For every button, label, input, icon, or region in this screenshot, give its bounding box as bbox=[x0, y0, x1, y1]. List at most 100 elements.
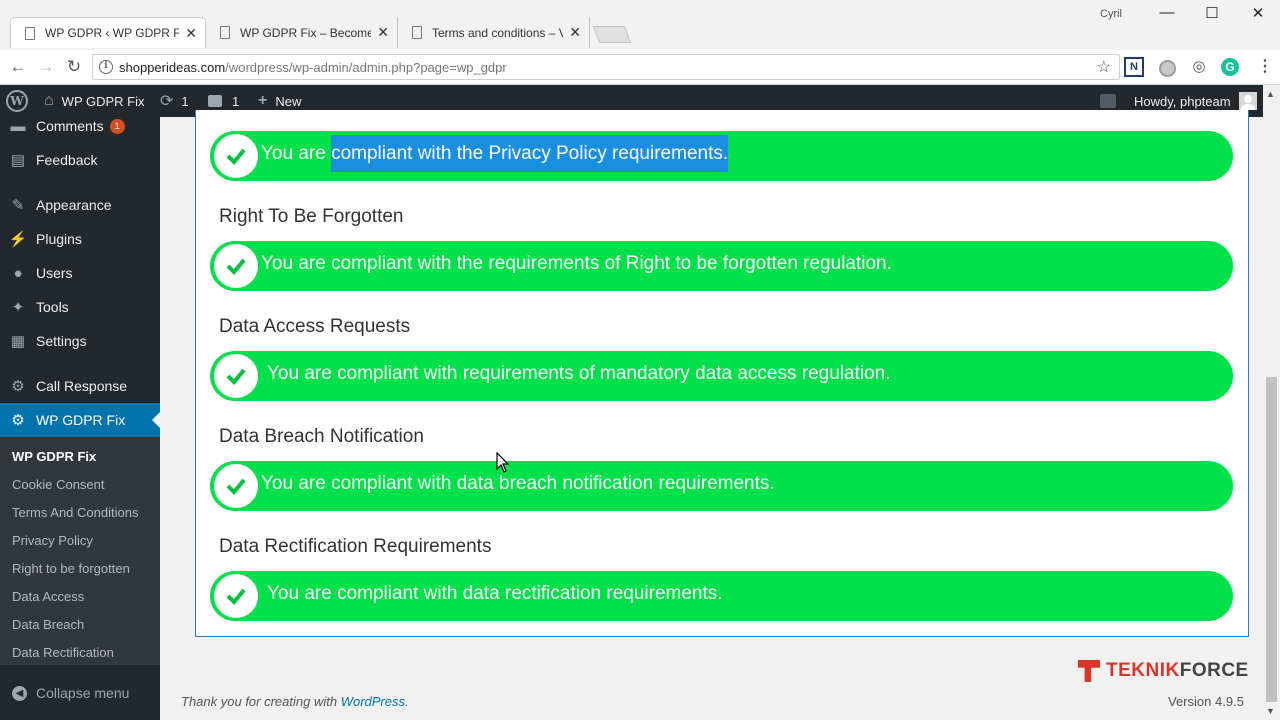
footer-thanks: Thank you for creating with WordPress. bbox=[181, 694, 409, 709]
comment-icon bbox=[208, 95, 222, 107]
gear-icon: ⚙ bbox=[11, 412, 25, 429]
submenu-right-to-be-forgotten[interactable]: Right to be forgotten bbox=[12, 561, 130, 576]
status-message: You are compliant with the Privacy Polic… bbox=[261, 135, 729, 172]
updates-count: 1 bbox=[181, 93, 189, 109]
updates-link[interactable]: ⟳ 1 bbox=[160, 85, 189, 117]
comments-icon: ▬ bbox=[10, 117, 26, 135]
tab-label: Terms and conditions – V bbox=[432, 25, 564, 40]
teknikforce-logo: TEKNIKFORCE bbox=[1078, 660, 1249, 682]
submenu-cookie-consent[interactable]: Cookie Consent bbox=[12, 477, 105, 492]
home-icon: ⌂ bbox=[44, 92, 54, 109]
tab-become-compliant[interactable]: WP GDPR Fix – Become C ✕ bbox=[206, 17, 398, 48]
sidebar-item-label: Feedback bbox=[36, 152, 98, 168]
section-title-data-access-requests: Data Access Requests bbox=[219, 316, 411, 337]
submenu-terms-and-conditions[interactable]: Terms And Conditions bbox=[12, 505, 138, 520]
sidebar-item-wp-gdpr-fix[interactable]: ⚙ WP GDPR Fix bbox=[0, 403, 160, 437]
admin-sidebar: ▬ Comments 1 ▤ Feedback ✎ Appearance ⚡ P… bbox=[0, 117, 160, 720]
privacy-policy-status: You are compliant with the Privacy Polic… bbox=[210, 131, 1233, 181]
extension-swirl-icon[interactable]: ◎ bbox=[1189, 57, 1209, 77]
tab-close-icon[interactable]: ✕ bbox=[185, 25, 197, 42]
version-label: Version 4.9.5 bbox=[1168, 694, 1244, 709]
sidebar-item-label: Comments bbox=[36, 118, 104, 134]
tab-close-icon[interactable]: ✕ bbox=[377, 24, 389, 41]
extension-n-icon[interactable]: N bbox=[1124, 57, 1144, 77]
updates-icon: ⟳ bbox=[160, 93, 174, 110]
settings-icon: ▦ bbox=[10, 333, 26, 350]
submenu-data-breach[interactable]: Data Breach bbox=[12, 617, 84, 632]
feedback-icon: ▤ bbox=[10, 152, 26, 169]
maximize-button[interactable]: ☐ bbox=[1197, 4, 1227, 24]
sidebar-item-plugins[interactable]: ⚡ Plugins bbox=[0, 222, 160, 256]
check-icon bbox=[214, 464, 258, 508]
data-rectification-status: You are compliant with data rectificatio… bbox=[210, 571, 1233, 621]
back-arrow-icon[interactable]: ← bbox=[7, 56, 29, 78]
wordpress-link[interactable]: WordPress bbox=[341, 694, 405, 709]
sidebar-item-call-response[interactable]: ⚙ Call Response bbox=[0, 369, 160, 403]
selected-text: compliant with the Privacy Policy requir… bbox=[331, 135, 729, 172]
status-message: You are compliant with data rectificatio… bbox=[267, 583, 723, 604]
comments-count: 1 bbox=[232, 93, 240, 109]
sidebar-item-comments[interactable]: ▬ Comments 1 bbox=[0, 109, 160, 143]
submenu-wp-gdpr-fix[interactable]: WP GDPR Fix bbox=[12, 449, 96, 464]
collapse-icon: ◀ bbox=[12, 685, 27, 701]
sidebar-item-appearance[interactable]: ✎ Appearance bbox=[0, 188, 160, 222]
sidebar-item-label: Plugins bbox=[36, 231, 82, 247]
status-message: You are compliant with the requirements … bbox=[261, 253, 892, 274]
gear-icon: ⚙ bbox=[11, 378, 25, 395]
plugins-icon: ⚡ bbox=[8, 231, 28, 248]
tab-close-icon[interactable]: ✕ bbox=[569, 24, 581, 41]
sidebar-item-tools[interactable]: ✦ Tools bbox=[0, 290, 160, 324]
forward-arrow-icon[interactable]: → bbox=[35, 56, 57, 78]
grammarly-icon[interactable]: G bbox=[1221, 58, 1239, 76]
submenu-data-access[interactable]: Data Access bbox=[12, 589, 84, 604]
comments-badge: 1 bbox=[109, 118, 125, 134]
url-text[interactable]: shopperideas.com/wordpress/wp-admin/admi… bbox=[119, 60, 507, 75]
current-indicator-arrow bbox=[152, 412, 160, 428]
teknikforce-logo-mark bbox=[1078, 660, 1100, 682]
tab-wp-gdpr[interactable]: WP GDPR ‹ WP GDPR Fix ✕ bbox=[10, 17, 206, 48]
submenu-data-rectification[interactable]: Data Rectification bbox=[12, 645, 114, 660]
star-icon[interactable]: ☆ bbox=[1097, 57, 1111, 77]
extension-circle-icon[interactable] bbox=[1157, 57, 1177, 77]
scroll-up-arrow-icon[interactable]: ▲ bbox=[1266, 89, 1275, 99]
check-icon bbox=[214, 354, 258, 398]
browser-menu-icon[interactable]: ⋮ bbox=[1255, 57, 1275, 77]
tab-terms-conditions[interactable]: Terms and conditions – V ✕ bbox=[398, 17, 590, 48]
sidebar-item-label: Tools bbox=[36, 299, 69, 315]
data-access-status: You are compliant with requirements of m… bbox=[210, 351, 1233, 401]
scrollbar-thumb[interactable] bbox=[1266, 377, 1277, 702]
new-label: New bbox=[275, 93, 302, 109]
gdpr-submenu: WP GDPR Fix Cookie Consent Terms And Con… bbox=[0, 437, 160, 665]
reload-icon[interactable]: ↻ bbox=[63, 56, 85, 78]
browser-tab-bar: WP GDPR ‹ WP GDPR Fix ✕ WP GDPR Fix – Be… bbox=[0, 0, 1280, 50]
address-bar[interactable]: i shopperideas.com/wordpress/wp-admin/ad… bbox=[92, 54, 1120, 80]
submenu-privacy-policy[interactable]: Privacy Policy bbox=[12, 533, 93, 548]
page-icon bbox=[220, 26, 230, 39]
sidebar-item-feedback[interactable]: ▤ Feedback bbox=[0, 143, 160, 177]
check-icon bbox=[214, 574, 258, 618]
sidebar-item-settings[interactable]: ▦ Settings bbox=[0, 324, 160, 358]
sidebar-item-label: Users bbox=[36, 265, 73, 281]
tools-icon: ✦ bbox=[11, 299, 25, 316]
collapse-menu-button[interactable]: ◀ Collapse menu bbox=[0, 681, 160, 705]
page-icon bbox=[25, 26, 35, 40]
plus-icon: + bbox=[258, 92, 268, 109]
sidebar-item-label: WP GDPR Fix bbox=[36, 412, 126, 428]
info-icon[interactable]: i bbox=[99, 60, 113, 74]
section-title-right-to-be-forgotten: Right To Be Forgotten bbox=[219, 206, 404, 227]
appearance-icon: ✎ bbox=[11, 197, 25, 214]
mouse-cursor-icon bbox=[496, 452, 510, 473]
minimize-button[interactable]: — bbox=[1152, 4, 1182, 24]
collapse-label: Collapse menu bbox=[36, 685, 130, 701]
browser-profile-name[interactable]: Cyril bbox=[1100, 8, 1122, 20]
page-icon bbox=[412, 26, 422, 39]
sidebar-item-users[interactable]: ● Users bbox=[0, 256, 160, 290]
notification-icon[interactable] bbox=[1100, 94, 1116, 108]
section-title-data-breach-notification: Data Breach Notification bbox=[219, 426, 424, 447]
tab-label: WP GDPR Fix – Become C bbox=[240, 25, 372, 40]
window-close-button[interactable]: ✕ bbox=[1243, 4, 1273, 24]
new-tab-button[interactable] bbox=[592, 26, 632, 43]
status-message: You are compliant with data breach notif… bbox=[261, 473, 775, 494]
scroll-down-arrow-icon[interactable]: ▼ bbox=[1266, 706, 1275, 716]
right-to-be-forgotten-status: You are compliant with the requirements … bbox=[210, 241, 1233, 291]
